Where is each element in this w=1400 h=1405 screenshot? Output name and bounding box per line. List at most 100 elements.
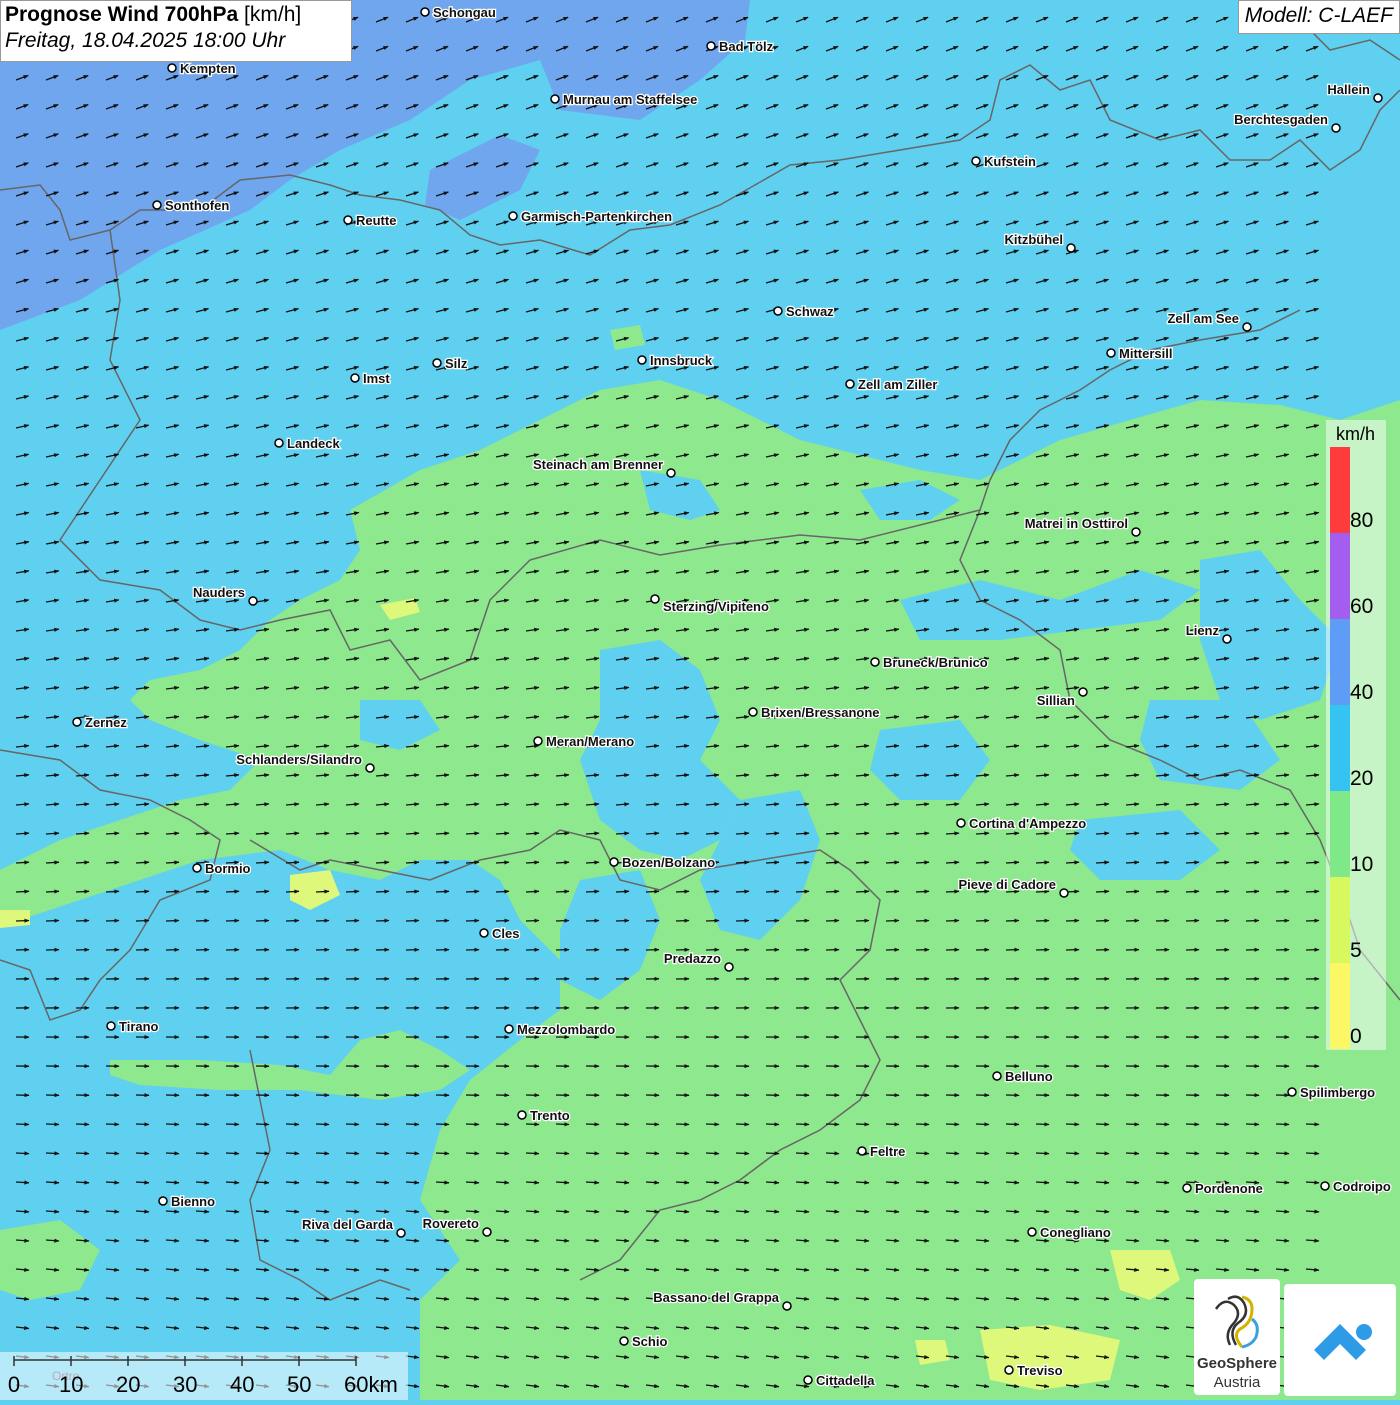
wind-arrow [1036,833,1049,834]
city-label: Pieve di Cadore [958,877,1056,892]
city-label: Kempten [180,61,236,76]
city-label: Meran/Merano [546,734,634,749]
wind-arrow [556,891,569,892]
wind-arrow [196,1182,209,1183]
wind-arrow [1096,1182,1109,1183]
scale-label: 0 [8,1372,20,1397]
wind-arrow [1156,1124,1169,1125]
wind-arrow [1126,1182,1139,1183]
city-marker [534,737,542,745]
wind-arrow [736,891,749,892]
city-label: Schwaz [786,304,834,319]
city-label: Bozen/Bolzano [622,855,715,870]
wind-arrow [616,833,629,834]
wind-arrow [46,1211,59,1212]
wind-arrow [856,891,869,892]
wind-arrow [1186,833,1199,834]
wind-arrow [316,862,329,863]
city-marker [1067,244,1075,252]
wind-arrow [1276,1211,1289,1212]
wind-arrow [1126,1211,1139,1212]
wind-arrow [106,862,119,863]
wind-arrow [466,1182,479,1183]
city-label: Kufstein [984,154,1036,169]
wind-arrow [196,1124,209,1125]
legend-tick-label: 20 [1350,767,1373,790]
wind-arrow [706,1124,719,1125]
wind-arrow [976,833,989,834]
wind-arrow [406,1124,419,1125]
wind-arrow [856,1182,869,1183]
wind-arrow [556,862,569,863]
map-title: Prognose Wind 700hPa [km/h] [5,3,347,27]
wind-arrow [436,891,449,892]
city-marker [1132,528,1140,536]
city-marker [638,356,646,364]
wind-arrow [1306,1182,1319,1183]
wind-arrow [46,1182,59,1183]
wind-arrow [706,1211,719,1212]
city-marker [1028,1228,1036,1236]
wind-arrow [1216,1153,1229,1154]
wind-arrow [346,833,359,834]
wind-arrow [106,891,119,892]
wind-arrow [1246,1124,1259,1125]
wind-arrow [1306,1153,1319,1154]
wind-arrow [376,1211,389,1212]
wind-arrow [1126,1153,1139,1154]
wind-arrow [76,1182,89,1183]
wind-arrow [406,1153,419,1154]
city-marker [651,595,659,603]
wind-arrow [496,862,509,863]
wind-arrow [766,891,779,892]
wind-arrow [226,833,239,834]
wind-arrow [76,833,89,834]
legend-tick-label: 80 [1350,509,1373,532]
city-marker [483,1228,491,1236]
wind-arrow [1006,1153,1019,1154]
wind-arrow [706,1182,719,1183]
wind-arrow [166,891,179,892]
wind-arrow [946,1153,959,1154]
wind-arrow [196,833,209,834]
wind-arrow [316,1153,329,1154]
city-label: Bassano del Grappa [653,1290,779,1305]
wind-arrow [646,833,659,834]
wind-arrow [1186,862,1199,863]
wind-arrow [406,921,419,922]
city-label: Bad Tölz [719,39,774,54]
wind-arrow [1186,891,1199,892]
wind-arrow [226,1182,239,1183]
wind-arrow [346,862,359,863]
wind-arrow [1096,1211,1109,1212]
wind-arrow [1306,1124,1319,1125]
city-marker [344,216,352,224]
wind-arrow [616,891,629,892]
wind-arrow [286,1182,299,1183]
scale-label: 60km [344,1372,398,1397]
wind-arrow [466,891,479,892]
scale-bar-graphic: Ortro 0102030405060km [0,1352,408,1400]
wind-arrow [496,1182,509,1183]
city-label: Predazzo [664,951,721,966]
wind-arrow [496,891,509,892]
city-label: Riva del Garda [302,1217,394,1232]
city-marker [774,307,782,315]
wind-arrow [136,1153,149,1154]
wind-arrow [46,833,59,834]
wind-arrow [226,921,239,922]
wind-arrow [1036,1211,1049,1212]
wind-arrow [646,1153,659,1154]
wind-arrow [16,862,29,863]
city-label: Sterzing/Vipiteno [663,599,769,614]
wind-arrow [676,833,689,834]
wind-arrow [1186,1211,1199,1212]
wind-arrow [766,1153,779,1154]
wind-arrow [946,921,959,922]
wind-arrow [976,1211,989,1212]
wind-arrow [796,921,809,922]
wind-arrow [166,1211,179,1212]
wind-arrow [1216,921,1229,922]
wind-arrow [1306,891,1319,892]
wind-arrow [226,1211,239,1212]
